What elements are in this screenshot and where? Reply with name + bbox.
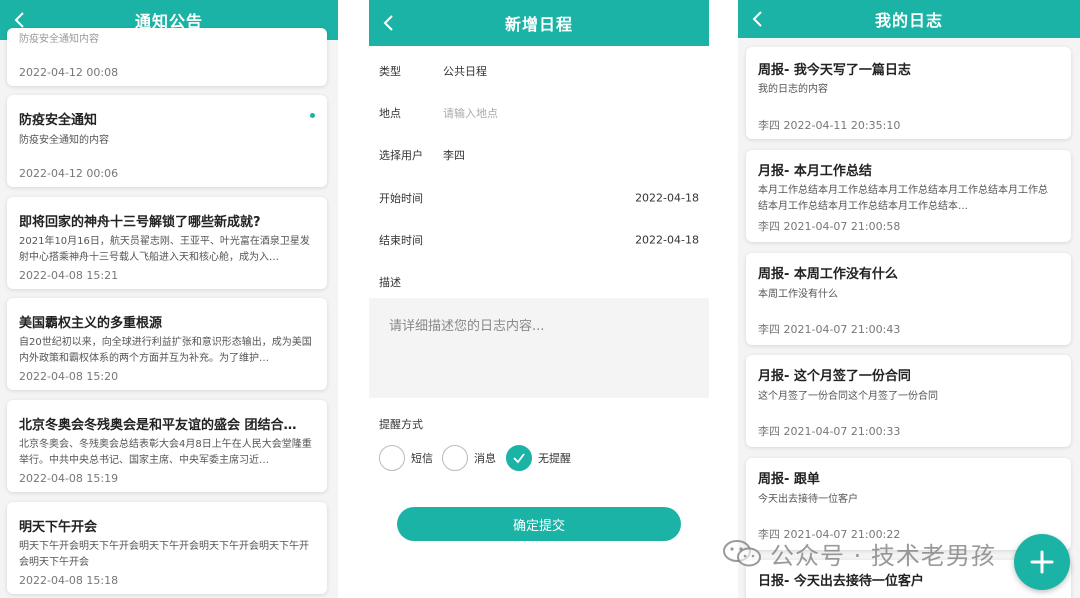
schedule-screen: 新增日程 类型 公共日程 地点 请输入地点 选择用户 李四 开始时间 2022-… [369,0,709,598]
notice-title: 北京冬奥会冬残奥会是和平友谊的盛会 团结合… [19,418,297,433]
end-time-value: 2022-04-18 [635,233,699,247]
notice-screen: 通知公告 防疫安全通知内容 2022-04-12 00:08 防疫安全通知 防疫… [0,0,338,598]
field-label: 类型 [379,65,401,78]
page-title: 新增日程 [504,15,573,34]
log-meta: 李四 2021-04-07 21:00:33 [758,425,901,438]
schedule-header: 新增日程 [369,0,709,46]
notice-title: 美国霸权主义的多重根源 [19,316,163,331]
log-header: 我的日志 [738,0,1080,38]
radio-circle[interactable] [379,445,405,471]
remind-message-radio[interactable]: 消息 [442,445,496,471]
log-card[interactable]: 周报- 本周工作没有什么 本周工作没有什么 李四 2021-04-07 21:0… [746,253,1071,345]
notice-body: 防疫安全通知内容 [19,34,99,45]
user-field[interactable]: 选择用户 李四 [369,134,709,176]
notice-time: 2022-04-08 15:18 [19,574,119,587]
add-log-button[interactable] [1014,534,1070,590]
log-meta: 李四 2021-04-07 21:00:58 [758,220,901,233]
start-time-field[interactable]: 开始时间 2022-04-18 [369,177,709,219]
page: 通知公告 防疫安全通知内容 2022-04-12 00:08 防疫安全通知 防疫… [0,0,1080,598]
field-label: 地点 [379,107,401,120]
type-value: 公共日程 [443,65,487,78]
description-label: 描述 [379,276,401,289]
description-textarea[interactable]: 请详细描述您的日志内容... [369,298,709,398]
location-field[interactable]: 地点 请输入地点 [369,92,709,134]
unread-dot [310,113,315,118]
notice-card[interactable]: 北京冬奥会冬残奥会是和平友谊的盛会 团结合… 北京冬奥会、冬残奥会总结表彰大会4… [7,400,327,492]
notice-card[interactable]: 防疫安全通知内容 2022-04-12 00:08 [7,28,327,86]
notice-body: 防疫安全通知的内容 [19,135,109,146]
notice-time: 2022-04-12 00:06 [19,167,119,180]
watermark-text: 公众号 · 技术老男孩 [770,541,996,570]
log-title: 月报- 本月工作总结 [758,164,872,179]
notice-card[interactable]: 明天下午开会 明天下午开会明天下午开会明天下午开会明天下午开会明天下午开会明天下… [7,502,327,594]
description-row: 描述 [369,261,709,303]
user-value: 李四 [443,149,465,162]
check-icon [513,453,525,464]
radio-circle[interactable] [442,445,468,471]
end-time-field[interactable]: 结束时间 2022-04-18 [369,219,709,261]
remind-sms-radio[interactable]: 短信 [379,445,433,471]
radio-label: 消息 [474,452,496,465]
submit-button[interactable]: 确定提交 [397,507,681,541]
notice-title: 即将回家的神舟十三号解锁了哪些新成就? [19,215,261,230]
log-card[interactable]: 月报- 本月工作总结 本月工作总结本月工作总结本月工作总结本月工作总结本月工作总… [746,150,1071,242]
field-label: 开始时间 [379,192,423,205]
description-placeholder: 请详细描述您的日志内容... [389,319,545,334]
remind-none-radio[interactable]: 无提醒 [506,445,571,471]
field-label: 选择用户 [379,149,423,162]
notice-body: 明天下午开会明天下午开会明天下午开会明天下午开会明天下午开会明天下午开会 [19,541,309,568]
field-label: 结束时间 [379,234,423,247]
remind-label: 提醒方式 [379,418,423,431]
log-meta: 李四 2021-04-07 21:00:43 [758,323,901,336]
notice-body: 北京冬奥会、冬残奥会总结表彰大会4月8日上午在人民大会堂隆重举行。中共中央总书记… [19,439,312,466]
notice-time: 2022-04-08 15:21 [19,269,119,282]
log-title: 周报- 跟单 [758,472,820,487]
notice-title: 明天下午开会 [19,520,98,535]
notice-card[interactable]: 即将回家的神舟十三号解锁了哪些新成就? 2021年10月16日，航天员翟志刚、王… [7,197,327,289]
log-meta: 李四 2022-04-11 20:35:10 [758,119,901,132]
log-screen: 我的日志 周报- 我今天写了一篇日志 我的日志的内容 李四 2022-04-11… [738,0,1080,598]
log-body: 本周工作没有什么 [758,289,838,300]
log-body: 今天出去接待一位客户 [758,494,858,505]
type-field[interactable]: 类型 公共日程 [369,50,709,92]
log-body: 我的日志的内容 [758,84,828,95]
notice-body: 2021年10月16日，航天员翟志刚、王亚平、叶光富在酒泉卫星发射中心搭乘神舟十… [19,236,310,263]
radio-label: 无提醒 [538,452,571,465]
plus-icon [1030,550,1054,574]
log-body: 本月工作总结本月工作总结本月工作总结本月工作总结本月工作总结本月工作总结本月工作… [758,185,1048,212]
log-title: 周报- 本周工作没有什么 [758,267,898,282]
log-title: 月报- 这个月签了一份合同 [758,369,911,384]
log-title: 周报- 我今天写了一篇日志 [758,63,911,78]
location-input[interactable]: 请输入地点 [443,105,498,121]
notice-body: 自20世纪初以来，向全球进行利益扩张和意识形态输出，成为美国内外政策和霸权体系的… [19,337,312,364]
notice-title: 防疫安全通知 [19,113,98,128]
watermark: 公众号 · 技术老男孩 [722,536,996,570]
notice-card[interactable]: 防疫安全通知 防疫安全通知的内容 2022-04-12 00:06 [7,95,327,187]
radio-circle-checked[interactable] [506,445,532,471]
log-card[interactable]: 周报- 我今天写了一篇日志 我的日志的内容 李四 2022-04-11 20:3… [746,47,1071,139]
remind-row: 提醒方式 [369,403,709,445]
start-time-value: 2022-04-18 [635,191,699,205]
radio-label: 短信 [411,452,433,465]
log-card[interactable]: 月报- 这个月签了一份合同 这个月签了一份合同这个月签了一份合同 李四 2021… [746,355,1071,447]
log-title: 日报- 今天出去接待一位客户 [758,574,924,589]
notice-time: 2022-04-08 15:20 [19,370,119,383]
wechat-icon [723,540,761,567]
page-title: 我的日志 [874,11,943,30]
log-body: 这个月签了一份合同这个月签了一份合同 [758,391,938,402]
notice-card[interactable]: 美国霸权主义的多重根源 自20世纪初以来，向全球进行利益扩张和意识形态输出，成为… [7,298,327,390]
notice-time: 2022-04-12 00:08 [19,66,119,79]
notice-time: 2022-04-08 15:19 [19,472,119,485]
